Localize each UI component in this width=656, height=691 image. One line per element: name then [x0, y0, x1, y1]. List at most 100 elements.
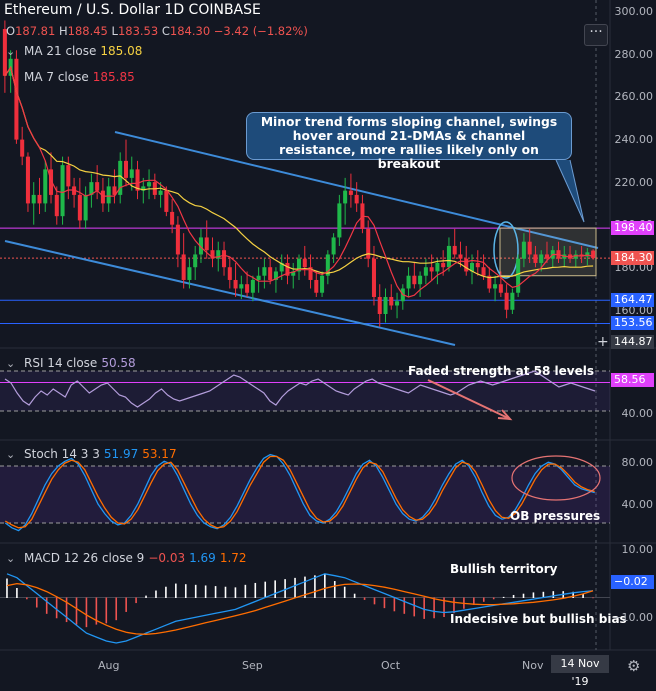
macd-histogram-bar: [522, 593, 525, 598]
candle-body: [337, 203, 342, 238]
price-badge-current: 184.30: [611, 251, 654, 265]
annotation-macd-bias: Indecisive but bullish bias: [450, 612, 627, 626]
ohlc-close: 184.30: [169, 24, 211, 38]
candle-body: [181, 254, 186, 280]
macd-histogram-bar: [45, 597, 48, 614]
candle-body: [227, 267, 232, 280]
macd-histogram-bar: [254, 582, 257, 598]
gear-icon[interactable]: ⚙: [627, 657, 640, 675]
macd-histogram-bar: [115, 597, 118, 621]
candle-body: [256, 275, 261, 280]
macd-histogram-bar: [502, 596, 505, 598]
candle-body: [268, 267, 273, 280]
candle-body: [527, 241, 532, 255]
macd-histogram-bar: [55, 597, 58, 619]
candle-body: [412, 275, 417, 285]
annotation-stoch: OB pressures: [510, 509, 601, 523]
macd-histogram-bar: [35, 597, 38, 608]
candle-body: [123, 160, 129, 178]
macd-histogram-bar: [165, 586, 167, 598]
eye-icon[interactable]: ⌄: [6, 552, 20, 565]
chart-title: Ethereum / U.S. Dollar 1D COINBASE: [4, 2, 261, 18]
legend-ma21[interactable]: ⌄ MA 21 close 185.08: [6, 44, 142, 58]
eye-icon[interactable]: ⌄: [6, 357, 20, 370]
ohlc-open: 187.81: [15, 24, 56, 38]
candle-body: [31, 194, 36, 204]
legend-rsi[interactable]: ⌄ RSI 14 close 50.58: [6, 356, 136, 370]
macd-badge: −0.02: [611, 575, 654, 589]
macd-axis-label: −10.00: [612, 611, 653, 624]
candle-body: [504, 292, 509, 310]
candle-body: [233, 279, 238, 289]
candle-body: [43, 169, 48, 204]
candle-body: [250, 279, 255, 293]
candle-body: [423, 267, 428, 276]
plus-icon[interactable]: +: [597, 334, 609, 350]
legend-ma7[interactable]: MA 7 close 185.85: [24, 70, 135, 84]
macd-histogram-bar: [26, 597, 28, 600]
candle-body: [498, 284, 503, 293]
time-label: Oct: [381, 659, 401, 672]
macd-histogram-bar: [403, 597, 406, 614]
candle-body: [320, 275, 325, 293]
candle-body: [37, 194, 42, 204]
macd-histogram-bar: [194, 584, 197, 598]
more-options-button[interactable]: ···: [584, 24, 608, 46]
price-badge-153: 153.56: [611, 316, 654, 330]
legend-ma21-value: 185.08: [100, 44, 143, 58]
ohlc-close-key: C: [161, 24, 170, 38]
candle-body: [464, 258, 469, 272]
macd-histogram-bar: [413, 597, 416, 617]
annotation-rsi: Faded strength at 58 levels: [408, 364, 594, 378]
candle-body: [129, 169, 134, 178]
macd-histogram-bar: [363, 597, 366, 600]
candle-body: [25, 156, 30, 204]
macd-histogram-bar: [284, 579, 286, 598]
macd-histogram-bar: [532, 592, 535, 598]
candle-body: [452, 245, 457, 255]
candle-body: [158, 190, 163, 195]
legend-ma7-label: MA 7 close: [24, 70, 89, 84]
macd-histogram-bar: [214, 586, 217, 598]
macd-histogram-bar: [75, 597, 78, 625]
stoch-axis-label: 40.00: [621, 498, 654, 511]
legend-stoch-k: 51.97: [103, 447, 139, 461]
macd-histogram-bar: [453, 597, 455, 614]
candle-body: [175, 224, 180, 255]
candle-body: [591, 250, 596, 259]
candle-body: [418, 275, 423, 285]
annotation-macd-bullish: Bullish territory: [450, 562, 558, 576]
legend-ma21-label: MA 21 close: [24, 44, 97, 58]
price-badge-crosshair: 144.87: [611, 335, 654, 349]
candle-body: [60, 165, 65, 217]
legend-macd-signal: 1.72: [219, 551, 247, 565]
candle-body: [521, 241, 526, 259]
macd-histogram-bar: [145, 595, 147, 598]
macd-histogram-bar: [482, 597, 485, 602]
macd-histogram-bar: [85, 597, 88, 628]
legend-rsi-label: RSI 14 close: [24, 356, 98, 370]
macd-axis-label: 10.00: [621, 543, 654, 556]
eye-icon[interactable]: ⌄: [6, 45, 20, 58]
macd-histogram-bar: [16, 588, 18, 598]
macd-histogram-bar: [184, 584, 187, 598]
macd-histogram-bar: [324, 574, 326, 598]
candle-body: [354, 194, 359, 204]
candle-body: [493, 284, 498, 289]
legend-stoch[interactable]: ⌄ Stoch 14 3 3 51.97 53.17: [6, 447, 177, 461]
candle-body: [164, 190, 169, 212]
rsi-badge: 58.56: [611, 373, 654, 387]
macd-histogram-bar: [552, 591, 555, 598]
eye-icon[interactable]: ⌄: [6, 448, 20, 461]
price-badge-198: 198.40: [611, 221, 654, 235]
macd-histogram-bar: [433, 597, 435, 619]
chart-canvas[interactable]: [0, 0, 656, 677]
legend-macd[interactable]: ⌄ MACD 12 26 close 9 −0.03 1.69 1.72: [6, 551, 247, 565]
macd-histogram-bar: [6, 578, 8, 598]
ohlc-readout: O187.81 H188.45 L183.53 C184.30 −3.42 (−…: [6, 24, 308, 38]
candle-body: [222, 250, 227, 268]
candle-body: [516, 258, 521, 293]
price-label: 240.00: [614, 133, 654, 146]
price-badge-164: 164.47: [611, 293, 654, 307]
candle-body: [435, 262, 440, 272]
